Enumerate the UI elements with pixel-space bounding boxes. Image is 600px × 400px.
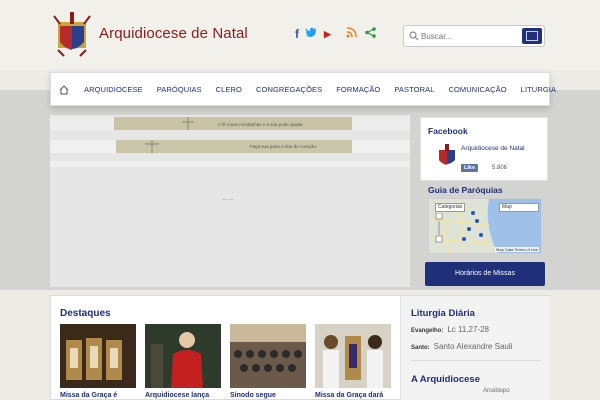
evangelho-value[interactable]: Lc 11,27-28 bbox=[447, 325, 489, 334]
rss-share-links bbox=[346, 27, 376, 38]
destaque-thumb-4[interactable] bbox=[315, 324, 391, 388]
facebook-icon[interactable]: f bbox=[295, 27, 299, 41]
slide-caption-2: Faça sua parte e doe de coração. bbox=[250, 144, 318, 149]
slide-strip-1: A fé move montanhas e a sua pode ajudar. bbox=[50, 117, 410, 130]
destaque-thumb-3[interactable] bbox=[230, 324, 306, 388]
map-category-select[interactable]: Categorias bbox=[435, 203, 466, 212]
arquidiocese-section-title[interactable]: A Arquidiocese bbox=[411, 374, 480, 385]
santo-row: Santo: Santo Alexandre Sauli bbox=[411, 342, 512, 351]
nav-item-liturgia[interactable]: LITURGIA bbox=[514, 73, 563, 107]
map-zoom-control[interactable] bbox=[435, 213, 443, 243]
destaque-image-4 bbox=[315, 324, 391, 388]
facebook-page-avatar[interactable] bbox=[436, 144, 458, 168]
facebook-page-name[interactable]: Arquidiocese de Natal bbox=[461, 145, 531, 153]
liturgia-divider bbox=[411, 360, 541, 361]
nav-item-arquidiocese[interactable]: ARQUIDIOCESE bbox=[77, 73, 150, 107]
liturgia-title[interactable]: Liturgia Diária bbox=[411, 308, 475, 319]
social-links: f ▶ bbox=[295, 27, 331, 41]
arquidiocese-snippet: Arcebispo bbox=[483, 388, 510, 394]
rss-icon[interactable] bbox=[346, 27, 357, 38]
parish-map[interactable]: Categorias Map Map Data Terms of Use bbox=[428, 198, 542, 254]
site-header: Arquidiocese de Natal f ▶ bbox=[0, 0, 600, 70]
coat-of-arms-icon[interactable] bbox=[52, 10, 92, 60]
slider-indicator[interactable]: — — bbox=[222, 197, 233, 203]
search-box bbox=[403, 25, 545, 47]
evangelho-label: Evangelho: bbox=[411, 328, 444, 334]
youtube-icon[interactable]: ▶ bbox=[324, 27, 331, 41]
nav-item-clero[interactable]: CLERO bbox=[209, 73, 249, 107]
destaques-title: Destaques bbox=[60, 308, 111, 319]
santo-label: Santo: bbox=[411, 345, 430, 351]
nav-item-formacao[interactable]: FORMAÇÃO bbox=[329, 73, 387, 107]
cross-icon-2 bbox=[145, 140, 159, 153]
destaque-image-3 bbox=[230, 324, 306, 388]
liturgia-column: Liturgia Diária Evangelho: Lc 11,27-28 Sa… bbox=[400, 296, 550, 400]
site-title[interactable]: Arquidiocese de Natal bbox=[99, 25, 248, 42]
nav-item-paroquias[interactable]: PARÓQUIAS bbox=[150, 73, 209, 107]
nav-item-comunicacao[interactable]: COMUNICAÇÃO bbox=[441, 73, 513, 107]
facebook-widget: Facebook Arquidiocese de Natal Like 5.80… bbox=[420, 117, 548, 181]
image-slider[interactable]: A fé move montanhas e a sua pode ajudar.… bbox=[50, 115, 410, 287]
nav-home[interactable] bbox=[51, 73, 77, 107]
facebook-like-count: 5.806 bbox=[492, 165, 508, 171]
destaque-image-1 bbox=[60, 324, 136, 388]
evangelho-row: Evangelho: Lc 11,27-28 bbox=[411, 325, 489, 334]
search-submit-button[interactable] bbox=[522, 28, 542, 44]
slide-strip-3 bbox=[50, 161, 410, 167]
destaque-thumb-1[interactable] bbox=[60, 324, 136, 388]
map-footer[interactable]: Map Data Terms of Use bbox=[495, 247, 539, 252]
slide-caption-1: A fé move montanhas e a sua pode ajudar. bbox=[218, 122, 304, 127]
destaque-caption-3[interactable]: Sínodo segue bbox=[230, 392, 276, 399]
guia-title: Guia de Paróquias bbox=[428, 185, 503, 195]
destaque-caption-4[interactable]: Missa da Graça dará bbox=[315, 392, 383, 399]
horarios-de-missas-button[interactable]: Horários de Missas bbox=[425, 262, 545, 286]
santo-value[interactable]: Santo Alexandre Sauli bbox=[434, 342, 513, 351]
facebook-title: Facebook bbox=[428, 126, 468, 136]
twitter-icon[interactable] bbox=[305, 27, 318, 41]
nav-item-congregacoes[interactable]: CONGREGAÇÕES bbox=[249, 73, 329, 107]
destaque-thumb-2[interactable] bbox=[145, 324, 221, 388]
nav-items: ARQUIDIOCESE PARÓQUIAS CLERO CONGREGAÇÕE… bbox=[51, 73, 563, 107]
search-input[interactable] bbox=[421, 29, 521, 43]
content-area: Destaques Missa da Graça é Arquidiocese … bbox=[50, 295, 550, 400]
nav-item-pastoral[interactable]: PASTORAL bbox=[387, 73, 441, 107]
destaque-caption-1[interactable]: Missa da Graça é bbox=[60, 392, 117, 399]
share-icon[interactable] bbox=[365, 27, 376, 38]
home-icon bbox=[59, 85, 69, 95]
search-icon bbox=[409, 31, 419, 41]
map-type-select[interactable]: Map bbox=[499, 203, 539, 212]
destaque-image-2 bbox=[145, 324, 221, 388]
cross-icon bbox=[182, 117, 194, 130]
destaque-caption-2[interactable]: Arquidiocese lança bbox=[145, 392, 209, 399]
slide-strip-2: Faça sua parte e doe de coração. bbox=[50, 140, 410, 153]
facebook-like-button[interactable]: Like bbox=[461, 164, 479, 172]
main-nav: ARQUIDIOCESE PARÓQUIAS CLERO CONGREGAÇÕE… bbox=[50, 72, 556, 106]
